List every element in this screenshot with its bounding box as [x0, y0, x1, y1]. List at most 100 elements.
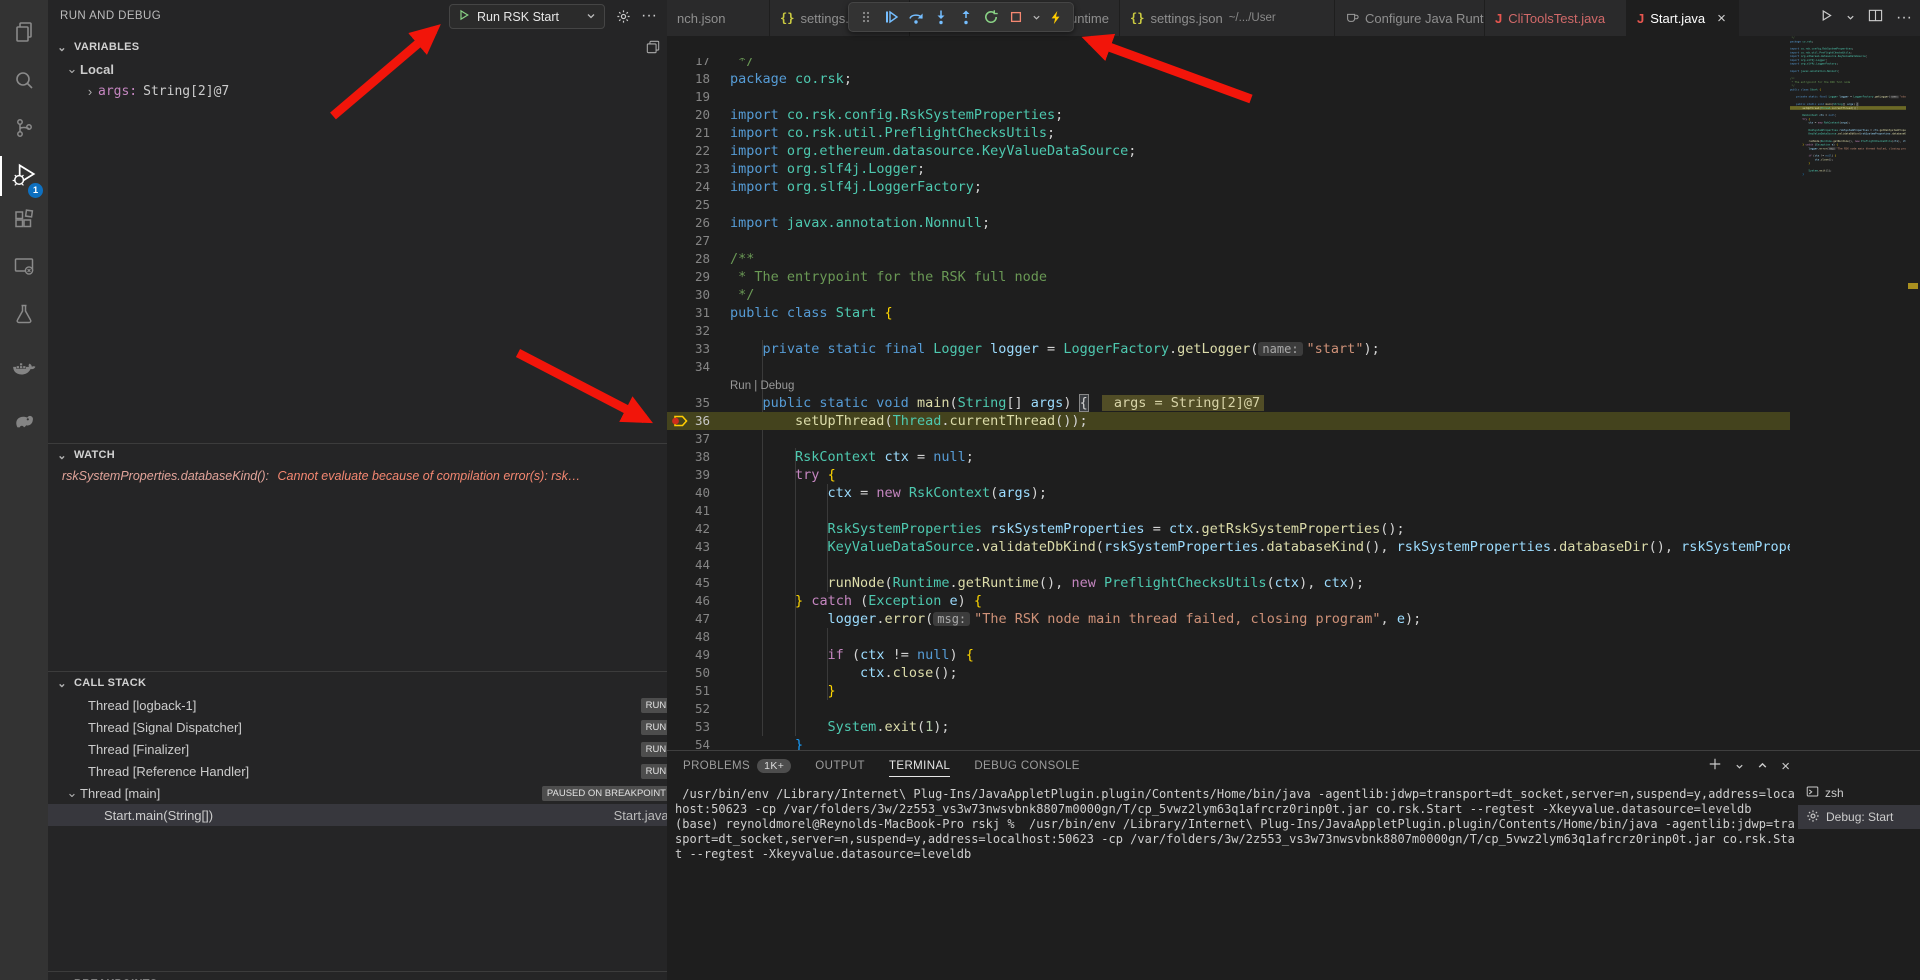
- line-number[interactable]: 20: [667, 106, 710, 124]
- code-line[interactable]: 25: [667, 196, 1790, 214]
- terminal-output[interactable]: /usr/bin/env /Library/Internet\ Plug-Ins…: [675, 787, 1795, 862]
- watch-expression-row[interactable]: rskSystemProperties.databaseKind(): Cann…: [62, 469, 662, 483]
- more-actions-icon[interactable]: ···: [1896, 9, 1912, 27]
- code-line[interactable]: 26import javax.annotation.Nonnull;: [667, 214, 1790, 232]
- line-number[interactable]: 51: [667, 682, 710, 700]
- code-line[interactable]: 17 */: [667, 58, 1790, 70]
- run-chevron-down-icon[interactable]: [1846, 9, 1855, 27]
- variable-args-row[interactable]: › args: String[2]@7: [48, 80, 667, 102]
- activity-bar-item-run-and-debug[interactable]: 1: [0, 154, 48, 198]
- minimap[interactable]: */package co.rsk;import co.rsk.config.Rs…: [1790, 36, 1906, 750]
- tab-configure-java-runtime[interactable]: Configure Java Runtime: [1335, 0, 1485, 36]
- line-number[interactable]: 52: [667, 700, 710, 718]
- terminal-instance-zsh[interactable]: zsh: [1798, 781, 1920, 805]
- line-number[interactable]: 33: [667, 340, 710, 358]
- code-line[interactable]: 24import org.slf4j.LoggerFactory;: [667, 178, 1790, 196]
- codelens-row[interactable]: Run | Debug: [667, 376, 1790, 394]
- collapse-all-icon[interactable]: [644, 38, 662, 56]
- code-line[interactable]: 45 runNode(Runtime.getRuntime(), new Pre…: [667, 574, 1790, 592]
- line-number[interactable]: 31: [667, 304, 710, 322]
- variables-scope-local[interactable]: ⌄ Local: [48, 58, 667, 80]
- code-line[interactable]: 54 }: [667, 736, 1790, 750]
- activity-bar-item-explorer[interactable]: [0, 12, 48, 56]
- run-configuration-dropdown[interactable]: Run RSK Start: [449, 4, 605, 29]
- line-number[interactable]: 23: [667, 160, 710, 178]
- maximize-panel-icon[interactable]: [1757, 758, 1768, 776]
- call-stack-thread-row[interactable]: Thread [Signal Dispatcher]RUNNING: [48, 716, 667, 738]
- tab-start.java[interactable]: JStart.java×: [1627, 0, 1739, 36]
- line-number[interactable]: 26: [667, 214, 710, 232]
- tab-clitoolstest.java[interactable]: JCliToolsTest.java: [1485, 0, 1627, 36]
- line-number[interactable]: 25: [667, 196, 710, 214]
- activity-bar-item-source-control[interactable]: [0, 108, 48, 152]
- code-line[interactable]: 31public class Start {: [667, 304, 1790, 322]
- line-number[interactable]: 54: [667, 736, 710, 750]
- code-line[interactable]: 37: [667, 430, 1790, 448]
- line-number[interactable]: 30: [667, 286, 710, 304]
- call-stack-thread-row[interactable]: Thread [Reference Handler]RUNNING: [48, 760, 667, 782]
- overview-ruler[interactable]: [1906, 36, 1920, 750]
- call-stack-thread-row[interactable]: ⌄Thread [main]PAUSED ON BREAKPOINT: [48, 782, 667, 804]
- codelens-run-debug[interactable]: Run | Debug: [730, 380, 794, 392]
- continue-icon[interactable]: [880, 6, 901, 28]
- code-line[interactable]: 44: [667, 556, 1790, 574]
- code-line[interactable]: 22import org.ethereum.datasource.KeyValu…: [667, 142, 1790, 160]
- step-into-icon[interactable]: [930, 6, 951, 28]
- code-line[interactable]: 18package co.rsk;: [667, 70, 1790, 88]
- code-line[interactable]: 43 KeyValueDataSource.validateDbKind(rsk…: [667, 538, 1790, 556]
- line-number[interactable]: 29: [667, 268, 710, 286]
- more-actions-icon[interactable]: ···: [640, 7, 658, 25]
- line-number[interactable]: 21: [667, 124, 710, 142]
- stack-frame-row[interactable]: Start.main(String[]) Start.java 36:1: [48, 804, 667, 826]
- line-number[interactable]: 39: [667, 466, 710, 484]
- terminal-instance-debug-start[interactable]: Debug: Start: [1798, 805, 1920, 829]
- code-line[interactable]: 35 public static void main(String[] args…: [667, 394, 1790, 412]
- line-number[interactable]: 53: [667, 718, 710, 736]
- panel-tab-problems[interactable]: PROBLEMS1K+: [683, 751, 791, 781]
- code-line[interactable]: 20import co.rsk.config.RskSystemProperti…: [667, 106, 1790, 124]
- run-file-icon[interactable]: [1820, 9, 1833, 27]
- line-number[interactable]: 45: [667, 574, 710, 592]
- line-number[interactable]: 41: [667, 502, 710, 520]
- drag-handle-icon[interactable]: [855, 6, 876, 28]
- hot-code-replace-icon[interactable]: [1046, 6, 1067, 28]
- code-line[interactable]: 41: [667, 502, 1790, 520]
- line-number[interactable]: 40: [667, 484, 710, 502]
- code-line[interactable]: 40 ctx = new RskContext(args);: [667, 484, 1790, 502]
- code-line[interactable]: 30 */: [667, 286, 1790, 304]
- stop-icon[interactable]: [1005, 6, 1026, 28]
- activity-bar-item-gradle[interactable]: [0, 402, 48, 446]
- code-line[interactable]: 36 setUpThread(Thread.currentThread());: [667, 412, 1790, 430]
- code-line[interactable]: 39 try {: [667, 466, 1790, 484]
- line-number[interactable]: 28: [667, 250, 710, 268]
- code-line[interactable]: 33 private static final Logger logger = …: [667, 340, 1790, 358]
- terminal-profile-chevron-icon[interactable]: [1735, 758, 1744, 776]
- code-line[interactable]: 38 RskContext ctx = null;: [667, 448, 1790, 466]
- activity-bar-item-extensions[interactable]: [0, 200, 48, 244]
- code-line[interactable]: 46 } catch (Exception e) {: [667, 592, 1790, 610]
- line-number[interactable]: 49: [667, 646, 710, 664]
- code-line[interactable]: 29 * The entrypoint for the RSK full nod…: [667, 268, 1790, 286]
- new-terminal-icon[interactable]: [1708, 757, 1722, 776]
- line-number[interactable]: 35: [667, 394, 710, 412]
- tab-nch.json[interactable]: nch.json: [667, 0, 770, 36]
- call-stack-thread-row[interactable]: Thread [Finalizer]RUNNING: [48, 738, 667, 760]
- line-number[interactable]: 27: [667, 232, 710, 250]
- call-stack-section-header[interactable]: ⌄ CALL STACK: [48, 672, 667, 694]
- code-line[interactable]: 49 if (ctx != null) {: [667, 646, 1790, 664]
- line-number[interactable]: 18: [667, 70, 710, 88]
- panel-tab-debug-console[interactable]: DEBUG CONSOLE: [974, 751, 1080, 781]
- line-number[interactable]: 38: [667, 448, 710, 466]
- step-out-icon[interactable]: [955, 6, 976, 28]
- call-stack-thread-row[interactable]: Thread [logback-1]RUNNING: [48, 694, 667, 716]
- line-number[interactable]: 42: [667, 520, 710, 538]
- line-number[interactable]: 47: [667, 610, 710, 628]
- line-number[interactable]: 24: [667, 178, 710, 196]
- breakpoints-section-header[interactable]: ⌄ BREAKPOINTS: [48, 971, 667, 980]
- tab-settings.json[interactable]: {}settings.json~/.../User: [1120, 0, 1335, 36]
- code-line[interactable]: 48: [667, 628, 1790, 646]
- stop-chevron-icon[interactable]: [1030, 6, 1041, 28]
- code-line[interactable]: 51 }: [667, 682, 1790, 700]
- gear-icon[interactable]: [614, 7, 632, 25]
- code-line[interactable]: 52: [667, 700, 1790, 718]
